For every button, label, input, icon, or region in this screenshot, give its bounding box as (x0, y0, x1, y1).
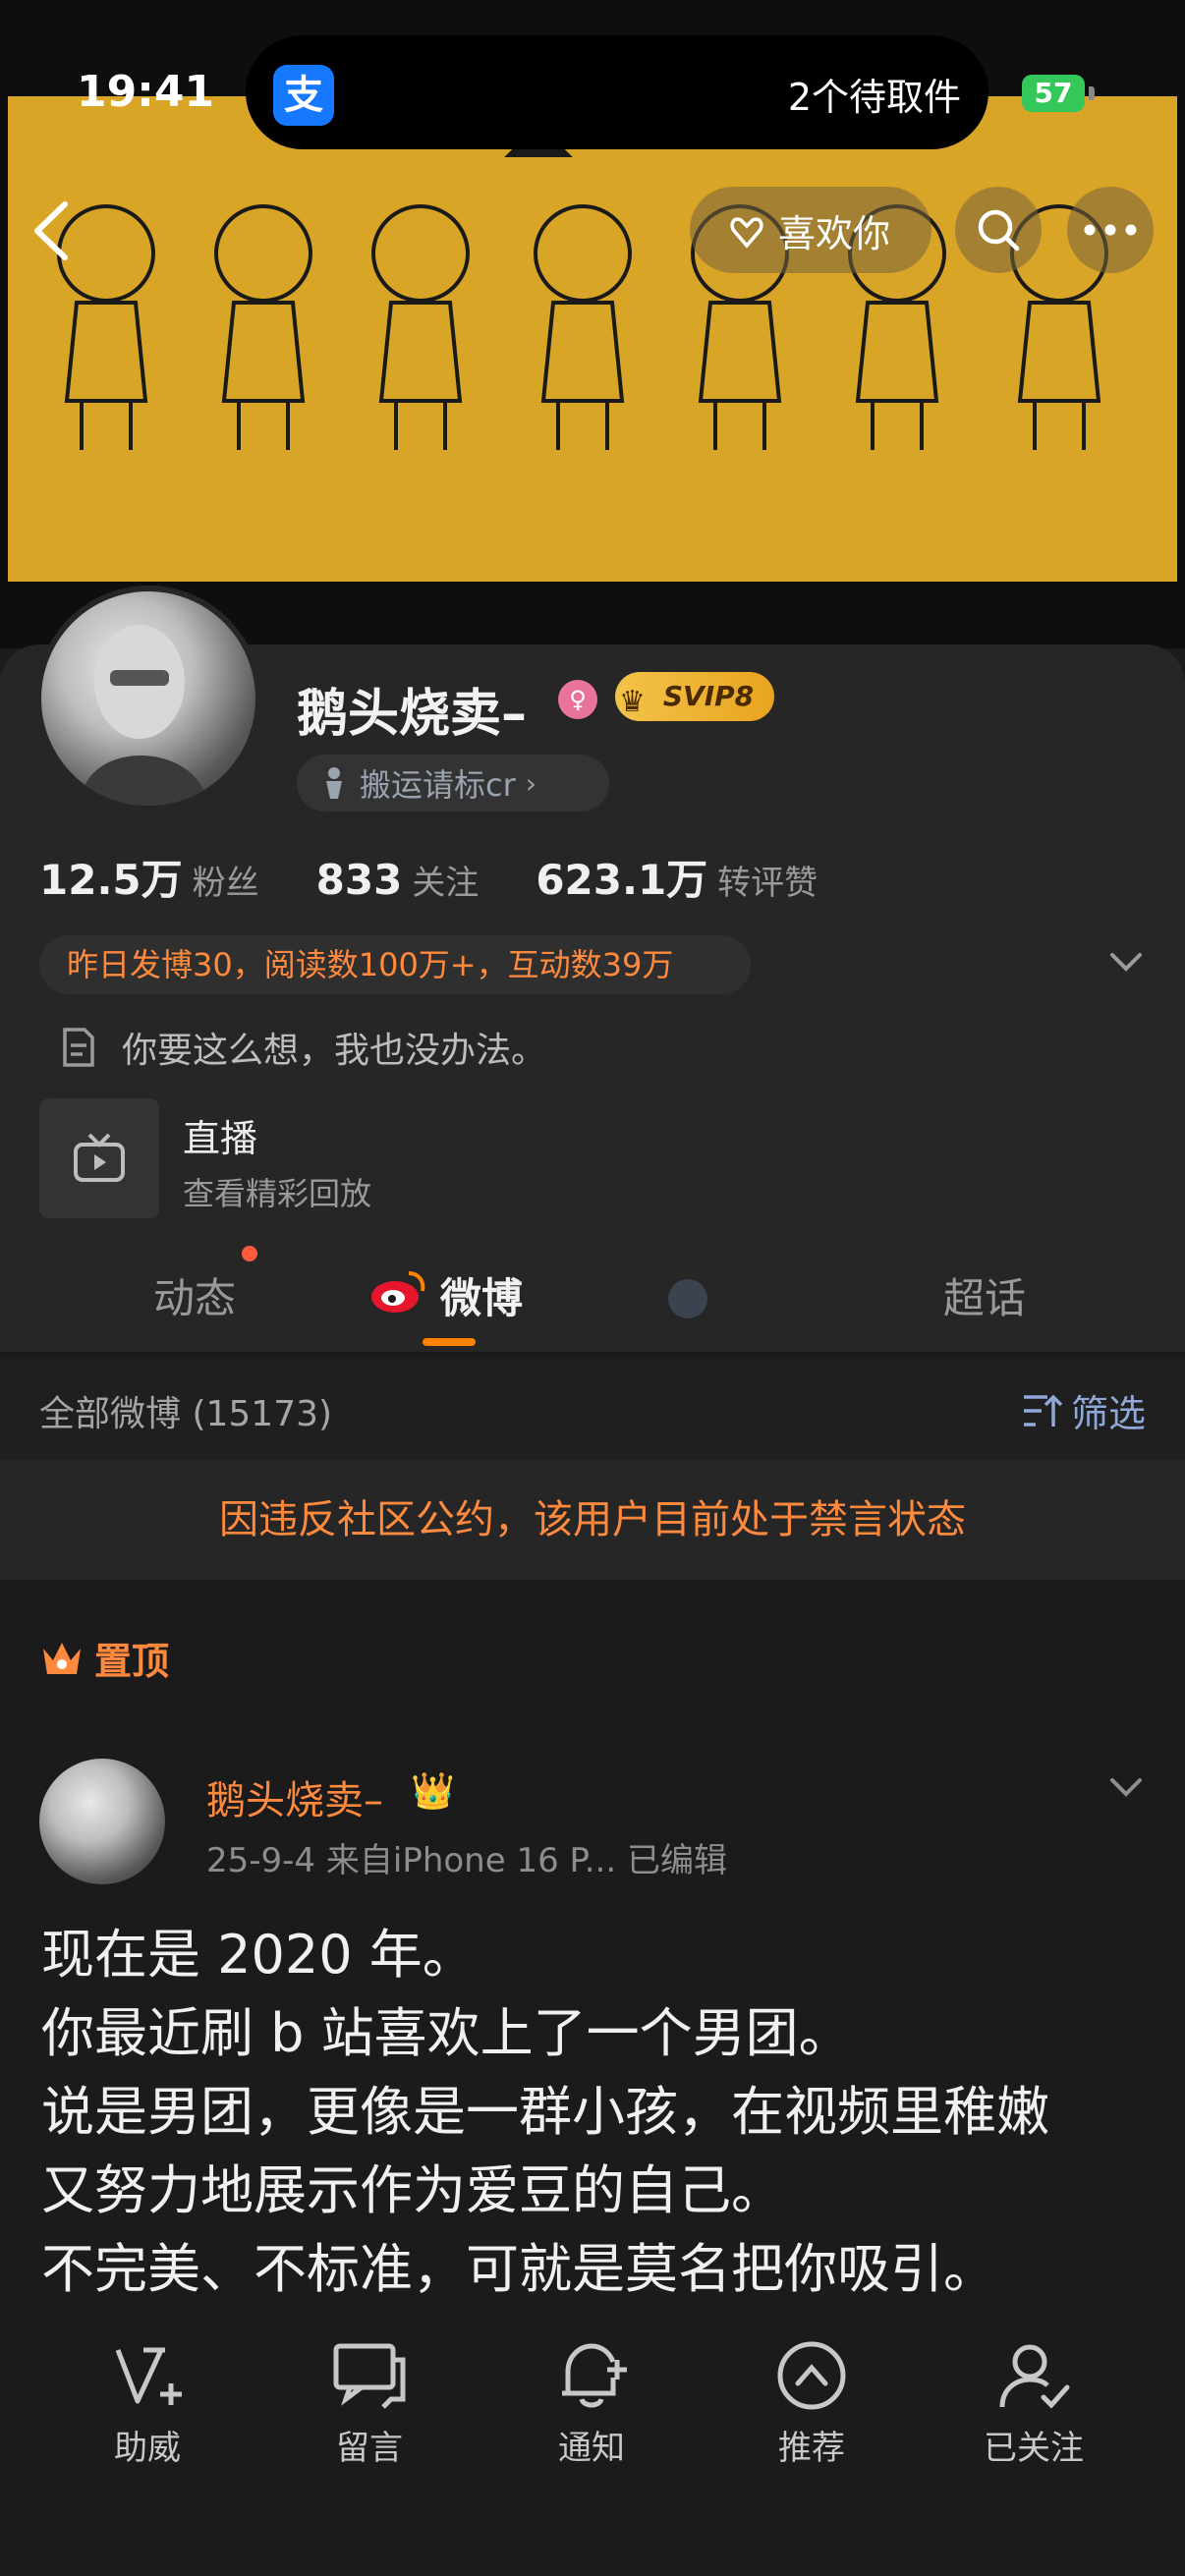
live-title[interactable]: 直播 (183, 1108, 257, 1162)
profile-avatar[interactable] (35, 586, 261, 812)
hand-heart-icon (730, 217, 763, 249)
female-gender-icon: ♀ (558, 680, 597, 719)
battery-icon: 57 (1022, 75, 1085, 112)
post-author-name[interactable]: 鹅头烧卖– (206, 1768, 383, 1825)
v-plus-icon (115, 2347, 182, 2405)
profile-tag[interactable]: 搬运请标cr › (297, 755, 609, 812)
cheer-label: 助威 (114, 2429, 181, 2468)
status-time: 19:41 (77, 67, 215, 117)
profile-stats: 12.5万 粉丝 833 关注 623.1万 转评赞 (39, 847, 875, 907)
tab-feed[interactable]: 动态 (153, 1265, 236, 1325)
dynamic-island[interactable]: 支 2个待取件 (246, 35, 988, 149)
tab-avatar-icon[interactable] (668, 1279, 707, 1318)
chevron-left-icon (34, 201, 68, 260)
tv-icon (74, 1133, 125, 1182)
post-line: 又努力地展示作为爱豆的自己。 (41, 2159, 784, 2221)
weibo-logo-icon (369, 1265, 428, 1318)
chat-bubble-icon (333, 2343, 406, 2409)
live-replay-button[interactable] (39, 1098, 159, 1218)
notify-label: 通知 (558, 2429, 625, 2468)
bio-text: 你要这么想，我也没办法。 (122, 1031, 547, 1071)
activity-summary[interactable]: 昨日发博30，阅读数100万+，互动数39万 (39, 935, 751, 994)
live-subtitle: 查看精彩回放 (183, 1175, 372, 1212)
profile-tabs: 动态 微博 超话 (0, 1248, 1185, 1356)
document-icon (63, 1028, 94, 1067)
pinned-label: 置顶 (94, 1640, 170, 1683)
back-button[interactable] (26, 196, 81, 265)
post-line: 你最近刷 b 站喜欢上了一个男团。 (41, 2002, 852, 2064)
battery-tip (1089, 86, 1095, 100)
crown-icon (43, 1642, 81, 1674)
expand-button[interactable] (1108, 951, 1144, 977)
active-tab-indicator (423, 1338, 476, 1346)
tab-weibo[interactable]: 微博 (440, 1265, 523, 1325)
like-you-label: 喜欢你 (778, 211, 891, 255)
svip-label: SVIP8 (662, 680, 755, 712)
chevron-down-icon (1110, 953, 1142, 972)
recommend-label: 推荐 (778, 2429, 845, 2468)
notification-dot (242, 1246, 257, 1261)
filter-bar: 全部微博 (15173) 筛选 (0, 1358, 1185, 1460)
search-button[interactable] (955, 187, 1042, 273)
vip-crown-icon: 👑 (411, 1771, 455, 1812)
filter-label: 筛选 (1070, 1392, 1146, 1435)
following-button[interactable]: 已关注 (955, 2338, 1112, 2469)
filter-button[interactable]: 筛选 (1020, 1383, 1146, 1437)
chevron-down-icon (1110, 1778, 1142, 1797)
profile-tag-label: 搬运请标cr (360, 766, 516, 804)
like-you-button[interactable]: 喜欢你 (690, 187, 931, 273)
alipay-icon: 支 (273, 65, 334, 126)
followers-count[interactable]: 12.5万 (39, 847, 183, 907)
post-body[interactable]: 现在是 2020 年。 你最近刷 b 站喜欢上了一个男团。 说是男团，更像是一群… (41, 1916, 1152, 2309)
bell-plus-icon (562, 2343, 627, 2408)
more-button[interactable] (1067, 187, 1154, 273)
recommend-button[interactable]: 推荐 (733, 2338, 890, 2469)
post-line: 说是男团，更像是一群小孩，在视频里稚嫩 (41, 2081, 1049, 2143)
search-icon (978, 209, 1020, 252)
pinned-header: 置顶 (39, 1631, 169, 1685)
profile-bio: 你要这么想，我也没办法。 (59, 1022, 546, 1073)
interactions-label[interactable]: 转评赞 (717, 856, 818, 904)
post-author-avatar[interactable] (39, 1759, 165, 1884)
following-count[interactable]: 833 (316, 856, 403, 904)
following-label: 已关注 (984, 2429, 1084, 2468)
bottom-action-bar: 助威 留言 通知 推荐 已关注 (0, 2311, 1185, 2576)
interactions-count[interactable]: 623.1万 (536, 847, 707, 907)
following-label[interactable]: 关注 (412, 856, 479, 904)
pin-person-icon (326, 767, 342, 799)
user-check-icon (999, 2344, 1070, 2409)
crown-icon: ♛ (619, 685, 646, 719)
notify-button[interactable]: 通知 (513, 2338, 670, 2469)
filter-icon (1023, 1394, 1063, 1427)
message-label: 留言 (336, 2429, 403, 2468)
chevron-up-circle-icon (777, 2341, 846, 2410)
island-text: 2个待取件 (787, 76, 961, 119)
tab-supertopic[interactable]: 超话 (943, 1265, 1026, 1325)
ban-notice: 因违反社区公约，该用户目前处于禁言状态 (0, 1460, 1185, 1580)
message-button[interactable]: 留言 (291, 2338, 448, 2469)
post-meta: 25-9-4 来自iPhone 16 P... 已编辑 (206, 1841, 727, 1880)
post-count-label[interactable]: 全部微博 (15173) (39, 1385, 332, 1436)
post-line: 现在是 2020 年。 (41, 1924, 476, 1986)
post-line: 不完美、不标准，可就是莫名把你吸引。 (41, 2238, 996, 2300)
profile-username: 鹅头烧卖– (297, 685, 528, 744)
more-dots-icon (1084, 224, 1137, 236)
banner-image[interactable] (8, 96, 1177, 582)
svip-badge[interactable]: ♛ SVIP8 (615, 672, 774, 721)
cheer-button[interactable]: 助威 (69, 2338, 226, 2469)
chevron-right-icon: › (525, 766, 536, 800)
post-menu-button[interactable] (1108, 1776, 1144, 1802)
followers-label[interactable]: 粉丝 (193, 856, 259, 904)
